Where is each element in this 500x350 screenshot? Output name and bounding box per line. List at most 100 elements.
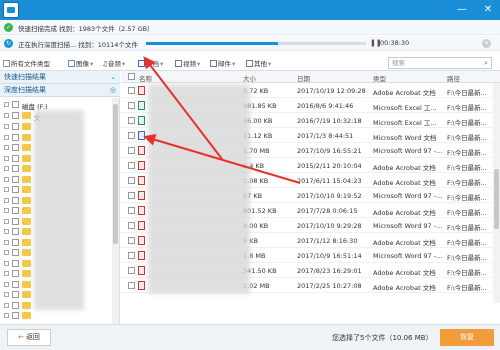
expand-node-icon[interactable] [4,260,9,266]
deep-scan-results-tab[interactable]: 深度扫描结果 ◎ [0,84,120,97]
row-checkbox[interactable] [128,252,135,259]
expand-node-icon[interactable] [4,302,9,308]
expand-node-icon[interactable] [4,313,9,318]
file-path: F:\今日最新... [447,164,487,172]
expand-node-icon[interactable] [4,134,9,140]
close-button[interactable]: ✕ [478,0,498,20]
tree-checkbox[interactable] [12,312,19,319]
tree-checkbox[interactable] [12,217,19,225]
checkbox-icon [3,60,10,67]
expand-node-icon[interactable] [4,155,9,161]
folder-icon [22,175,31,183]
filter-audio[interactable]: ♫音频▾ [102,58,125,68]
expand-node-icon[interactable] [4,250,9,255]
tree-checkbox[interactable] [12,301,19,309]
tree-item[interactable] [0,311,119,321]
expand-node-icon[interactable] [4,281,9,287]
file-type: Adobe Acrobat 文档 [373,269,436,277]
expand-node-icon[interactable] [4,124,9,129]
expand-node-icon[interactable] [4,145,9,150]
filter-all-types[interactable]: 所有文件类型 [3,58,50,68]
pdf-file-icon [138,176,145,185]
tree-checkbox[interactable] [12,186,19,193]
expand-node-icon[interactable] [4,176,9,182]
row-checkbox[interactable] [128,162,135,169]
row-checkbox[interactable] [128,117,135,124]
filter-image[interactable]: 图像▾ [68,58,93,68]
filter-video[interactable]: 视频▾ [175,58,200,68]
row-checkbox[interactable] [128,87,135,94]
expand-node-icon[interactable] [4,229,9,234]
back-button[interactable]: ← 返回 [7,329,51,346]
tree-checkbox[interactable] [12,270,19,277]
column-date[interactable]: 日期 [297,73,310,83]
file-date: 2017/7/28 0:06:15 [297,207,358,215]
tree-checkbox[interactable] [12,249,19,256]
expand-node-icon[interactable] [4,271,9,276]
tree-checkbox[interactable] [12,259,19,267]
filter-other[interactable]: 其他▾ [246,58,271,68]
tree-checkbox[interactable] [12,144,19,151]
folder-icon [22,270,31,277]
table-scrollbar[interactable] [493,83,500,303]
folder-icon [22,133,31,141]
search-icon[interactable]: ⌕ [484,58,488,68]
view-area [121,303,500,324]
column-path[interactable]: 路径 [447,73,460,83]
tree-checkbox[interactable] [12,154,19,162]
tree-checkbox[interactable] [12,280,19,288]
tree-checkbox[interactable] [12,133,19,141]
left-scrollbar[interactable] [112,98,119,324]
filter-mail[interactable]: 邮件▾ [210,58,235,68]
row-checkbox[interactable] [128,102,135,109]
stop-icon[interactable]: ✕ [482,39,491,48]
folder-icon [22,196,31,204]
row-checkbox[interactable] [128,132,135,139]
file-date: 2017/1/3 8:44:51 [297,132,354,140]
expand-node-icon[interactable] [4,208,9,213]
expand-node-icon[interactable] [4,197,9,203]
folder-icon [22,207,31,214]
tree-root[interactable]: 磁盘 (F:) [0,100,119,111]
expand-node-icon[interactable] [4,113,9,118]
column-size[interactable]: 大小 [243,73,256,83]
quick-scan-results-tab[interactable]: 快速扫描结果 ⌄ [0,71,120,84]
row-checkbox[interactable] [128,177,135,184]
expand-node-icon[interactable] [4,187,9,192]
filter-document[interactable]: 文档▾ [138,58,163,68]
tree-checkbox[interactable] [12,228,19,235]
file-path: F:\今日最新... [447,269,487,277]
expand-node-icon[interactable] [4,218,9,224]
expand-icon: ⌄ [110,73,116,81]
tree-checkbox[interactable] [12,123,19,130]
row-checkbox[interactable] [128,192,135,199]
row-checkbox[interactable] [128,282,135,289]
expand-node-icon[interactable] [4,239,9,245]
tree-checkbox[interactable] [12,207,19,214]
row-checkbox[interactable] [128,267,135,274]
elapsed-time: 00:38:30 [380,39,410,47]
expand-node-icon[interactable] [4,166,9,171]
row-checkbox[interactable] [128,222,135,229]
search-input[interactable]: 搜索 ⌕ [388,57,492,69]
column-name[interactable]: 名称 [139,73,152,83]
tree-checkbox[interactable] [12,112,19,119]
row-checkbox[interactable] [128,147,135,154]
tree-checkbox[interactable] [12,238,19,246]
expand-node-icon[interactable] [4,292,9,297]
file-type: Adobe Acrobat 文档 [373,284,436,292]
column-type[interactable]: 类型 [373,73,386,83]
recover-button[interactable]: 恢复 [440,329,494,346]
select-all-checkbox[interactable] [128,73,135,80]
tree-checkbox[interactable] [12,196,19,204]
row-checkbox[interactable] [128,237,135,244]
tree-checkbox[interactable] [12,101,19,108]
tree-checkbox[interactable] [12,165,19,172]
minimize-button[interactable]: — [452,0,472,20]
row-checkbox[interactable] [128,207,135,214]
tree-checkbox[interactable] [12,291,19,298]
file-date: 2015/2/11 20:10:04 [297,162,362,170]
folder-icon [22,217,31,225]
collapse-icon[interactable] [4,102,9,107]
tree-checkbox[interactable] [12,175,19,183]
